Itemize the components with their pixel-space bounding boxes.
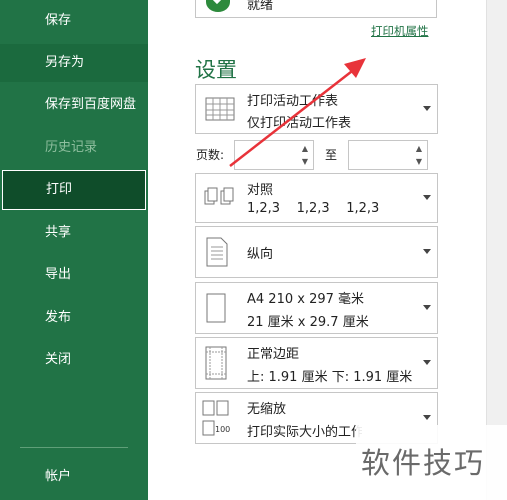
watermark-text: 软件技巧 — [361, 446, 486, 480]
watermark: 软件技巧 — [356, 425, 507, 500]
